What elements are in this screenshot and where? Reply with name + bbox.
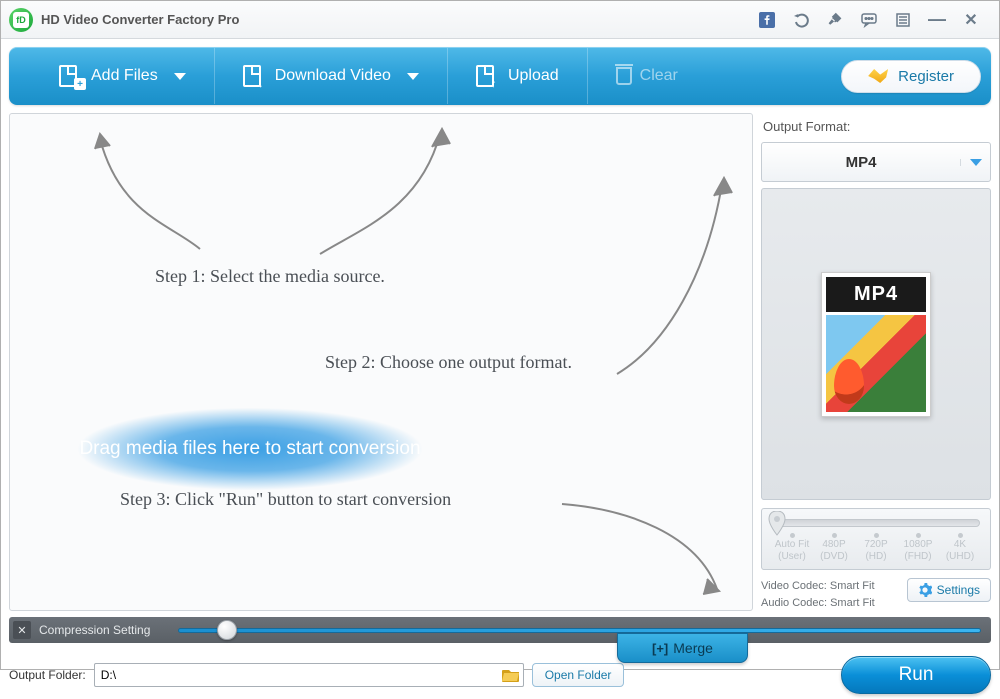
res-tick-1080p[interactable]: 1080P(FHD) — [898, 531, 938, 563]
res-tick-4k[interactable]: 4K(UHD) — [940, 531, 980, 563]
resolution-slider-panel: Auto Fit(User) 480P(DVD) 720P(HD) 1080P(… — [761, 508, 991, 570]
upload-file-icon: ↑ — [476, 65, 498, 87]
register-label: Register — [898, 68, 954, 85]
clear-button[interactable]: Clear — [588, 67, 706, 85]
compression-knob[interactable] — [217, 620, 237, 640]
video-codec-text: Video Codec: Smart Fit — [761, 578, 875, 595]
download-video-button[interactable]: ↓ Download Video — [215, 48, 448, 104]
output-panel: Output Format: MP4 MP4 Auto Fit(User) 48… — [761, 113, 991, 611]
folder-icon[interactable] — [502, 668, 520, 682]
hint-step1: Step 1: Select the media source. — [155, 266, 385, 287]
add-files-button[interactable]: + Add Files — [19, 48, 215, 104]
pin-icon[interactable] — [827, 12, 843, 28]
compression-label: Compression Setting — [39, 623, 150, 637]
hint-step2: Step 2: Choose one output format. — [325, 352, 572, 373]
gear-icon — [918, 583, 932, 597]
title-bar: fD HD Video Converter Factory Pro — ✕ — [1, 1, 999, 39]
register-icon — [868, 69, 888, 83]
clear-label: Clear — [640, 67, 678, 85]
app-title: HD Video Converter Factory Pro — [41, 12, 239, 27]
drop-canvas[interactable]: Step 1: Select the media source. Step 2:… — [9, 113, 753, 611]
upload-label: Upload — [508, 67, 559, 85]
format-thumbnail-label: MP4 — [826, 277, 926, 312]
settings-label: Settings — [937, 583, 980, 597]
settings-button[interactable]: Settings — [907, 578, 991, 602]
output-format-value: MP4 — [762, 154, 960, 171]
format-preview[interactable]: MP4 — [761, 188, 991, 500]
res-tick-720p[interactable]: 720P(HD) — [856, 531, 896, 563]
open-folder-button[interactable]: Open Folder — [532, 663, 625, 687]
menu-icon[interactable] — [895, 12, 911, 28]
resolution-slider[interactable] — [772, 519, 980, 527]
undo-icon[interactable] — [793, 12, 809, 28]
upload-button[interactable]: ↑ Upload — [448, 48, 588, 104]
drop-hint-blob: Drag media files here to start conversio… — [9, 384, 510, 514]
merge-button[interactable]: [+] Merge — [617, 633, 748, 663]
drop-hint-text: Drag media files here to start conversio… — [79, 438, 420, 460]
output-folder-label: Output Folder: — [9, 668, 86, 682]
merge-icon: [+] — [652, 641, 668, 656]
res-tick-480p[interactable]: 480P(DVD) — [814, 531, 854, 563]
main-toolbar: + Add Files ↓ Download Video ↑ Upload Cl… — [9, 47, 991, 105]
output-format-label: Output Format: — [761, 113, 991, 142]
audio-codec-text: Audio Codec: Smart Fit — [761, 595, 875, 612]
app-logo: fD — [9, 8, 33, 32]
feedback-icon[interactable] — [861, 12, 877, 28]
download-video-label: Download Video — [275, 67, 391, 85]
codec-info: Video Codec: Smart Fit Audio Codec: Smar… — [761, 578, 875, 611]
compression-track[interactable] — [178, 628, 981, 633]
chevron-down-icon — [174, 73, 186, 80]
compression-close-icon[interactable]: ✕ — [13, 621, 31, 639]
compression-bar: ✕ Compression Setting — [9, 617, 991, 643]
minimize-icon[interactable]: — — [929, 12, 945, 28]
merge-label: Merge — [673, 640, 713, 656]
add-file-icon: + — [59, 65, 81, 87]
close-icon[interactable]: ✕ — [963, 12, 979, 28]
download-file-icon: ↓ — [243, 65, 265, 87]
chevron-down-icon — [407, 73, 419, 80]
output-folder-input[interactable] — [94, 663, 524, 687]
resolution-knob[interactable] — [767, 511, 787, 537]
format-thumbnail: MP4 — [821, 272, 931, 417]
output-format-select[interactable]: MP4 — [761, 142, 991, 182]
facebook-icon[interactable] — [759, 12, 775, 28]
add-files-label: Add Files — [91, 67, 158, 85]
chevron-down-icon — [960, 159, 990, 166]
run-button[interactable]: Run — [841, 656, 991, 694]
trash-icon — [616, 67, 632, 85]
resolution-ticks: Auto Fit(User) 480P(DVD) 720P(HD) 1080P(… — [772, 531, 980, 563]
footer-bar: Output Folder: Open Folder [+] Merge Run — [9, 651, 991, 699]
register-button[interactable]: Register — [841, 60, 981, 93]
